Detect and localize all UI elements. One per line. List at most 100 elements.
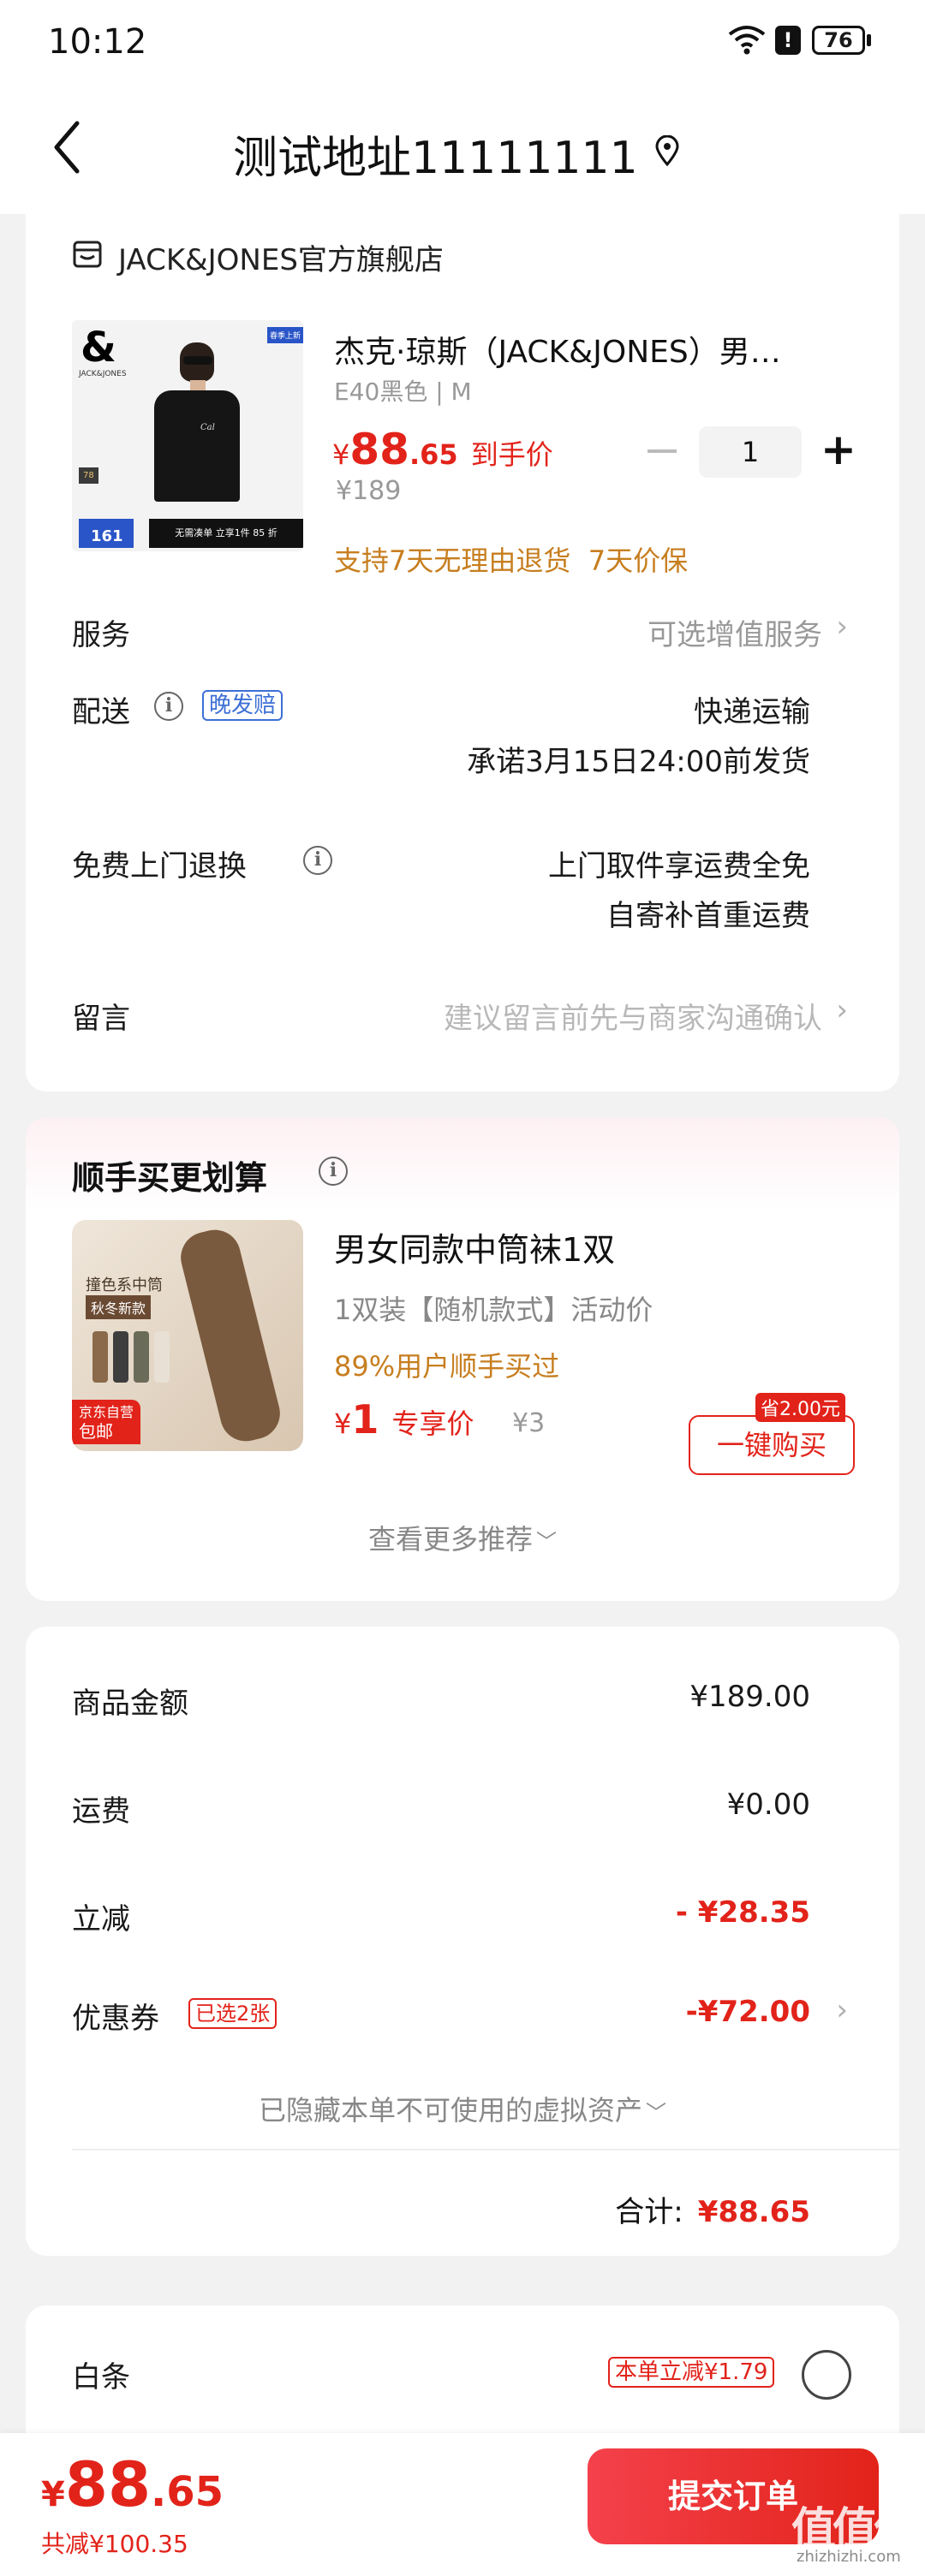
- battery-icon: 76: [812, 26, 865, 55]
- jd-self-run-tag: 京东自营: [79, 1404, 134, 1420]
- status-bar: 10:12 ! 76: [0, 0, 925, 86]
- addon-original-price: ¥3: [512, 1408, 546, 1438]
- addon-price-label: 专享价: [391, 1407, 474, 1440]
- total-value: ¥88.65: [697, 2195, 810, 2229]
- quantity-minus-button[interactable]: [648, 449, 677, 453]
- addon-image-tag: 京东自营 包邮: [72, 1400, 141, 1444]
- return-label: 免费上门退换: [72, 849, 247, 883]
- addon-price: ¥1 专享价: [334, 1396, 474, 1443]
- sock-graphic: [92, 1331, 108, 1383]
- info-icon[interactable]: i: [303, 846, 332, 875]
- page-title[interactable]: 测试地址11111111: [233, 122, 638, 186]
- more-recommendations-link[interactable]: 查看更多推荐 ﹀: [26, 1518, 899, 1557]
- product-price: ¥88.65 到手价: [332, 425, 553, 474]
- one-click-buy-button[interactable]: 一键购买: [689, 1415, 855, 1475]
- new-badge: 春季上新: [267, 327, 303, 343]
- chevron-right-icon: ›: [836, 1993, 848, 2027]
- product-promises: 支持7天无理由退货 7天价保: [334, 544, 689, 577]
- message-input[interactable]: 建议留言前先与商家沟通确认: [444, 995, 822, 1037]
- brand-small-text: JACK&JONES: [79, 370, 127, 378]
- service-label: 服务: [72, 618, 130, 652]
- price-label: 到手价: [470, 438, 553, 471]
- divider: [72, 2149, 899, 2151]
- free-shipping-tag: 包邮: [79, 1421, 113, 1442]
- quantity-plus-button[interactable]: +: [821, 428, 856, 471]
- addon-price-value: 1: [351, 1396, 379, 1443]
- bottom-price-decimal: .65: [151, 2468, 224, 2516]
- hidden-assets-toggle[interactable]: 已隐藏本单不可使用的虚拟资产 ﹀: [26, 2089, 899, 2128]
- price-tag-area: 161: [79, 519, 134, 548]
- battery-tip: [867, 34, 871, 46]
- addon-section-title: 顺手买更划算: [72, 1159, 268, 1197]
- chevron-down-icon: ﹀: [536, 1530, 557, 1554]
- shipping-label: 运费: [72, 1794, 130, 1829]
- info-icon[interactable]: i: [154, 692, 183, 721]
- location-pin-icon[interactable]: [654, 134, 680, 170]
- total-label: 合计:: [615, 2195, 683, 2229]
- addon-product-image[interactable]: 撞色系中筒 秋冬新款 京东自营 包邮: [72, 1220, 303, 1451]
- price-integer: 88: [349, 425, 409, 474]
- sock-graphic: [134, 1331, 149, 1383]
- product-image[interactable]: & JACK&JONES 春季上新 Cal 78 161 无需凑单 立享1件 8…: [72, 320, 303, 551]
- info-icon[interactable]: i: [319, 1157, 348, 1186]
- return-pickup: 上门取件享运费全免: [548, 849, 810, 883]
- num-badge: 78: [79, 467, 98, 484]
- service-value[interactable]: 可选增值服务: [648, 611, 822, 653]
- order-card: JACK&JONES官方旗舰店 & JACK&JONES 春季上新 Cal 78…: [26, 214, 899, 1092]
- original-price: ¥189: [336, 476, 402, 506]
- shipping-value: ¥0.00: [726, 1788, 810, 1822]
- coupon-value[interactable]: -¥72.00: [686, 1995, 810, 2029]
- quantity-input[interactable]: 1: [699, 426, 802, 478]
- delivery-method[interactable]: 快递运输: [694, 688, 810, 730]
- watermark-url: zhizhizhi.com: [797, 2548, 901, 2566]
- sock-graphic: [175, 1224, 286, 1447]
- save-badge: 省2.00元: [755, 1393, 845, 1422]
- alert-icon: !: [775, 26, 801, 55]
- addon-image-subtext: 秋冬新款: [86, 1295, 152, 1319]
- coupon-label: 优惠券: [72, 2002, 159, 2036]
- shop-name[interactable]: JACK&JONES官方旗舰店: [118, 236, 444, 278]
- promo-banner: 无需凑单 立享1件 85 折: [149, 519, 303, 548]
- header: 测试地址11111111: [0, 86, 925, 214]
- total-row: 合计: ¥88.65: [615, 2188, 810, 2230]
- store-icon: [72, 240, 103, 272]
- goods-amount-label: 商品金额: [72, 1687, 188, 1721]
- addon-image-text: 撞色系中筒: [86, 1276, 163, 1294]
- bottom-bar: ¥88.65 共减¥100.35 提交订单 值值值 zhizhizhi.com: [0, 2433, 925, 2576]
- delivery-promise: 承诺3月15日24:00前发货: [467, 745, 810, 779]
- instant-discount-label: 立减: [72, 1902, 130, 1936]
- hidden-assets-label: 已隐藏本单不可使用的虚拟资产: [258, 2094, 642, 2127]
- total-saved: 共减¥100.35: [41, 2530, 188, 2558]
- chevron-right-icon: ›: [836, 993, 848, 1027]
- price-decimal: .65: [409, 438, 458, 471]
- baitiao-discount-tag: 本单立减¥1.79: [608, 2357, 775, 2388]
- sock-graphic: [154, 1331, 170, 1383]
- chevron-right-icon: ›: [836, 610, 848, 644]
- wifi-icon: [728, 24, 766, 58]
- baitiao-label: 白条: [72, 2360, 130, 2395]
- price-symbol: ¥: [334, 1407, 352, 1440]
- addon-spec: 1双装【随机款式】活动价: [334, 1294, 653, 1326]
- addon-stat: 89%用户顺手买过: [334, 1350, 560, 1383]
- product-title[interactable]: 杰克·琼斯（JACK&JONES）男…: [334, 327, 781, 372]
- bottom-price: ¥88.65: [41, 2448, 224, 2520]
- brand-logo: &: [81, 324, 116, 372]
- chevron-down-icon: ﹀: [646, 2101, 666, 2125]
- delivery-label: 配送: [72, 695, 130, 729]
- back-button[interactable]: [51, 120, 82, 178]
- instant-discount-value: - ¥28.35: [675, 1895, 810, 1930]
- goods-amount-value: ¥189.00: [689, 1680, 810, 1714]
- more-recommendations-label: 查看更多推荐: [367, 1523, 533, 1556]
- addon-title[interactable]: 男女同款中筒袜1双: [334, 1223, 615, 1270]
- late-compensation-tag: 晚发赔: [202, 690, 283, 721]
- product-spec[interactable]: E40黑色 | M: [334, 373, 472, 408]
- message-label: 留言: [72, 1002, 130, 1036]
- addon-card: 顺手买更划算 i 撞色系中筒 秋冬新款 京东自营 包邮 男女同款中筒袜1双 1双…: [26, 1117, 899, 1601]
- return-self-send: 自寄补首重运费: [606, 899, 810, 933]
- price-symbol: ¥: [41, 2475, 65, 2514]
- bottom-price-integer: 88: [64, 2448, 152, 2520]
- baitiao-radio[interactable]: [802, 2350, 851, 2400]
- model-figure: Cal: [149, 337, 243, 517]
- sock-graphic: [113, 1331, 128, 1383]
- summary-card: 商品金额 ¥189.00 运费 ¥0.00 立减 - ¥28.35 优惠券 已选…: [26, 1627, 899, 2256]
